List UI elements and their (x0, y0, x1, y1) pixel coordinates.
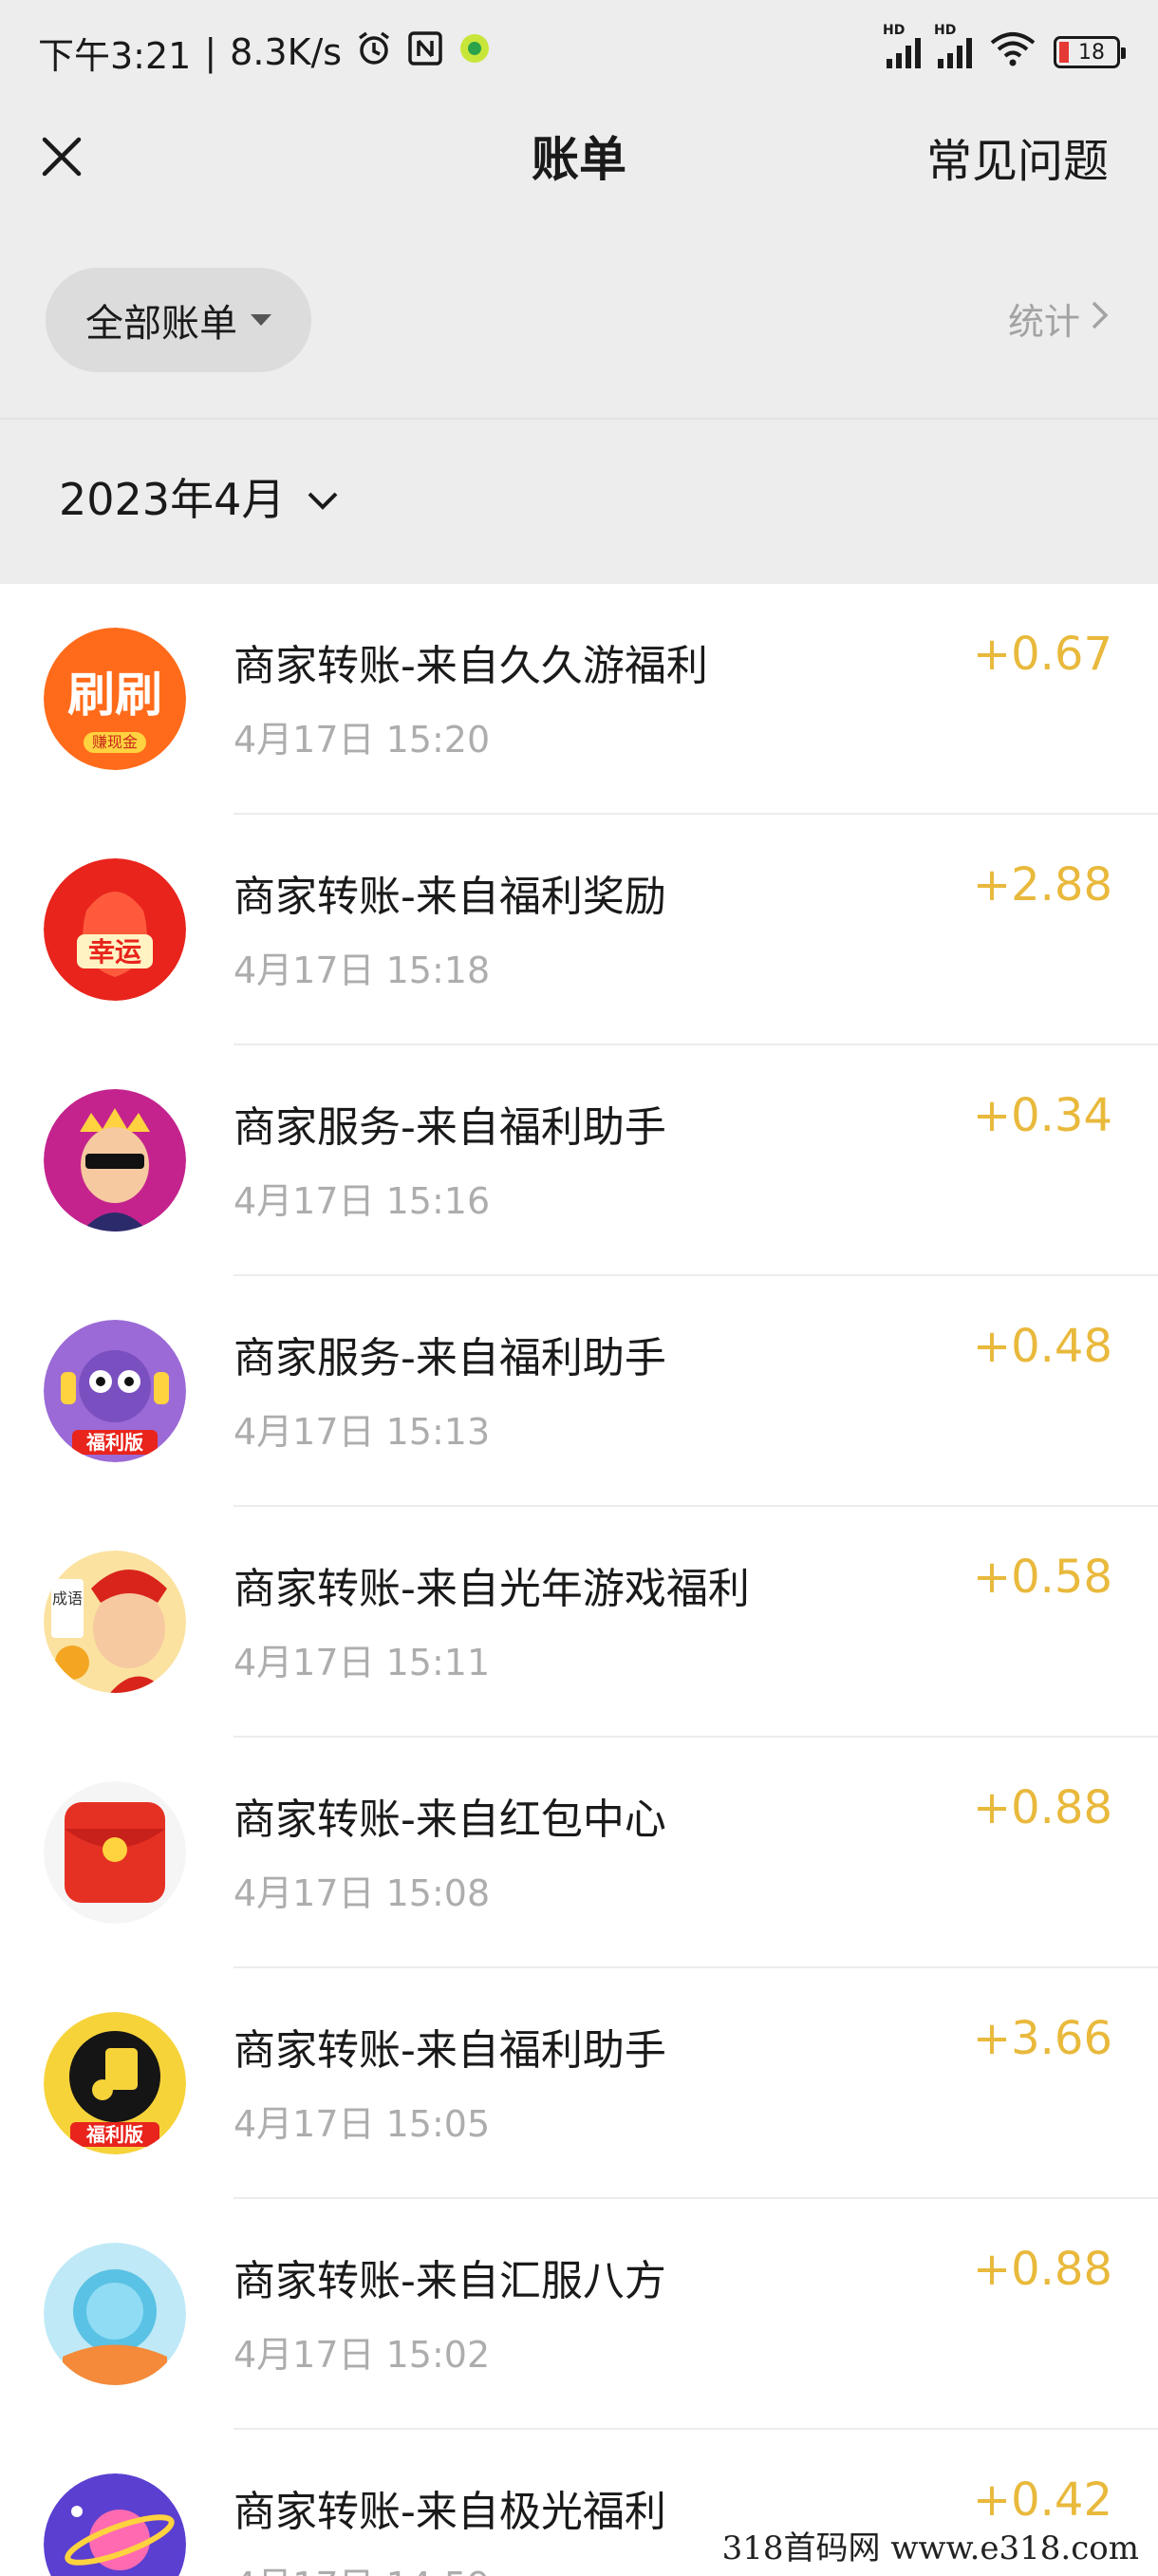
stats-link[interactable]: 统计 (1008, 292, 1111, 345)
avatar-text: 刷刷 (67, 668, 162, 723)
signal-icon: HD (934, 23, 972, 68)
bill-title: 商家转账-来自光年游戏福利 (233, 1565, 750, 1613)
app-notification-icon (458, 31, 492, 74)
bill-title: 商家服务-来自福利助手 (233, 1334, 666, 1382)
bill-time: 4月17日 15:08 (233, 1872, 491, 1914)
divider (0, 418, 1158, 420)
bill-title: 商家转账-来自久久游福利 (233, 642, 708, 690)
status-bar: 下午3:21 | 8.3K/s HD HD 18 (0, 0, 1158, 104)
bill-item[interactable]: 商家转账-来自汇服八方 4月17日 15:02 +0.88 (0, 2199, 1158, 2430)
month-label: 2023年4月 (59, 474, 286, 525)
bill-item[interactable]: 刷刷 赚现金 商家转账-来自久久游福利 4月17日 15:20 +0.67 (0, 584, 1158, 815)
bill-time: 4月17日 15:20 (233, 719, 491, 761)
bill-amount: +0.42 (972, 2473, 1112, 2527)
bill-title: 商家转账-来自极光福利 (233, 2488, 666, 2536)
battery-icon: 18 (1054, 36, 1126, 68)
bill-title: 商家转账-来自汇服八方 (233, 2257, 666, 2305)
status-divider: | (204, 31, 217, 73)
bill-amount: +3.66 (972, 2012, 1112, 2065)
bill-amount: +0.88 (972, 2243, 1112, 2296)
merchant-avatar: 福利版 (44, 1320, 186, 1462)
bill-amount: +2.88 (972, 858, 1112, 912)
bill-title: 商家转账-来自福利助手 (233, 2026, 666, 2075)
bill-time: 4月17日 14:59 (233, 2556, 490, 2576)
stats-label: 统计 (1007, 301, 1080, 343)
caret-down-icon (251, 314, 271, 326)
signal-icon: HD (883, 23, 921, 68)
merchant-avatar (44, 1089, 186, 1232)
month-selector[interactable]: 2023年4月 (59, 465, 340, 528)
merchant-avatar (44, 1781, 186, 1924)
bill-item[interactable]: 福利版 商家转账-来自福利助手 4月17日 15:05 +3.66 (0, 1968, 1158, 2199)
all-bills-filter[interactable]: 全部账单 (46, 268, 311, 372)
bill-amount: +0.58 (972, 1551, 1112, 1604)
bill-time: 4月17日 15:16 (233, 1180, 491, 1222)
nav-bar: 账单 常见问题 (0, 104, 1158, 209)
faq-button[interactable]: 常见问题 (926, 123, 1109, 190)
bill-item[interactable]: 商家转账-来自红包中心 4月17日 15:08 +0.88 (0, 1738, 1158, 1968)
bill-time: 4月17日 15:05 (233, 2103, 491, 2145)
bill-time: 4月17日 15:13 (233, 1411, 491, 1453)
all-bills-label: 全部账单 (85, 302, 237, 346)
bill-list: 刷刷 赚现金 商家转账-来自久久游福利 4月17日 15:20 +0.67 幸运… (0, 584, 1158, 2576)
bill-time: 4月17日 15:18 (233, 950, 491, 991)
bill-time: 4月17日 15:11 (233, 1642, 491, 1683)
bill-item[interactable]: 福利版 商家服务-来自福利助手 4月17日 15:13 +0.48 (0, 1276, 1158, 1507)
avatar-text: 幸运 (88, 936, 141, 968)
bill-amount: +0.67 (972, 628, 1112, 681)
avatar-subtext: 福利版 (85, 1431, 143, 1454)
bill-amount: +0.34 (972, 1089, 1112, 1142)
close-icon[interactable] (32, 127, 91, 186)
bill-item[interactable]: 成语 商家转账-来自光年游戏福利 4月17日 15:11 +0.58 (0, 1507, 1158, 1738)
avatar-text: 成语 (52, 1589, 83, 1608)
status-time: 下午3:21 (38, 34, 192, 77)
bill-title: 商家转账-来自福利奖励 (233, 873, 666, 921)
wifi-icon (989, 29, 1037, 76)
merchant-avatar: 幸运 (44, 858, 186, 1001)
merchant-avatar: 刷刷 赚现金 (44, 628, 186, 770)
chevron-down-icon (306, 471, 340, 522)
bill-time: 4月17日 15:02 (233, 2334, 491, 2376)
merchant-avatar (44, 2243, 186, 2385)
bill-title: 商家转账-来自红包中心 (233, 1796, 666, 1844)
avatar-subtext: 福利版 (85, 2123, 143, 2146)
avatar-subtext: 赚现金 (92, 733, 138, 751)
merchant-avatar (44, 2473, 186, 2576)
bill-amount: +0.88 (972, 1781, 1112, 1834)
watermark: 318首码网 www.e318.com (716, 2522, 1145, 2568)
bill-item[interactable]: 幸运 商家转账-来自福利奖励 4月17日 15:18 +2.88 (0, 815, 1158, 1045)
bill-item[interactable]: 商家服务-来自福利助手 4月17日 15:16 +0.34 (0, 1045, 1158, 1276)
bill-title: 商家服务-来自福利助手 (233, 1103, 666, 1152)
nfc-icon (406, 29, 444, 76)
merchant-avatar: 成语 (44, 1551, 186, 1693)
status-net-speed: 8.3K/s (230, 31, 343, 73)
merchant-avatar: 福利版 (44, 2012, 186, 2154)
bill-amount: +0.48 (972, 1320, 1112, 1373)
chevron-right-icon (1090, 298, 1111, 340)
alarm-icon (355, 29, 393, 76)
